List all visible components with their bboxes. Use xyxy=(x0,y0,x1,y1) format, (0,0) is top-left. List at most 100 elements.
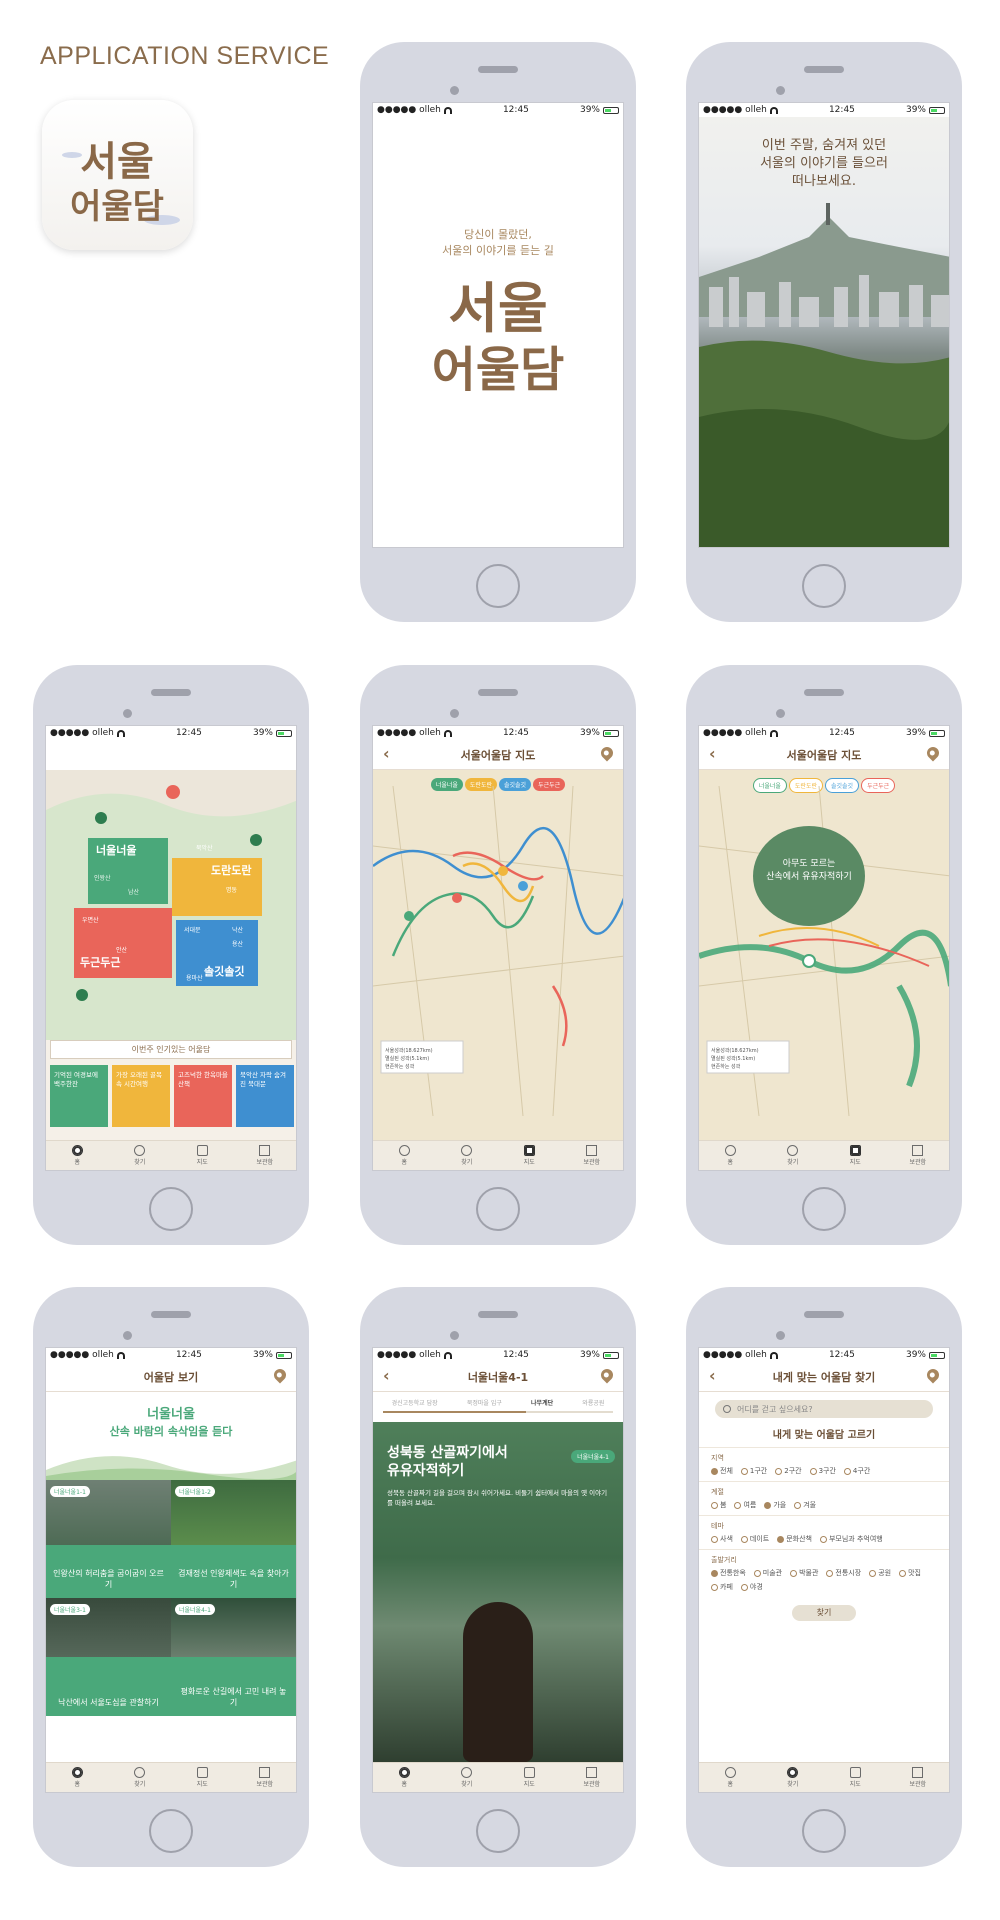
filter-option[interactable]: 카페 xyxy=(711,1582,733,1592)
route-map[interactable]: 서울성곽(18.627km) 멸실된 성곽(5.1km) 현존하는 성곽 xyxy=(699,786,950,1116)
detail-heading-2: 유유자적하기 xyxy=(387,1463,465,1479)
filter-option[interactable]: 전체 xyxy=(711,1466,733,1476)
filter-option[interactable]: 사색 xyxy=(711,1534,733,1544)
back-button[interactable]: ‹ xyxy=(709,1368,716,1384)
home-button[interactable] xyxy=(149,1187,193,1231)
location-pin-icon[interactable] xyxy=(271,1366,289,1384)
location-pin-icon[interactable] xyxy=(924,744,942,762)
route-map[interactable]: 서울성곽(18.627km) 멸실된 성곽(5.1km) 현존하는 성곽 xyxy=(373,786,624,1116)
step[interactable]: 와룡공원 xyxy=(582,1398,604,1407)
route-card[interactable]: 너울너울1-1 인왕산의 허리춤을 굽이굽이 오르기 xyxy=(46,1480,171,1598)
home-button[interactable] xyxy=(476,564,520,608)
tab-archive[interactable]: 보관함 xyxy=(887,1141,950,1170)
tab-map[interactable]: 지도 xyxy=(498,1763,561,1792)
home-icon xyxy=(724,1767,736,1778)
filter-option[interactable]: 박물관 xyxy=(790,1568,818,1578)
filter-option[interactable]: 공원 xyxy=(869,1568,891,1578)
district-label-3: 솔깃솔깃 xyxy=(204,964,244,978)
popular-card[interactable]: 가장 오래된 골목 속 시간여행 xyxy=(112,1065,170,1127)
filter-option[interactable]: 부모님과 추억여행 xyxy=(819,1534,883,1544)
filter-option[interactable]: 맛집 xyxy=(899,1568,921,1578)
filter-option[interactable]: 봄 xyxy=(711,1500,726,1510)
filter-group-label: 테마 xyxy=(711,1522,724,1530)
tab-archive[interactable]: 보관함 xyxy=(887,1763,950,1792)
location-pin-icon[interactable] xyxy=(598,1366,616,1384)
circle-icon xyxy=(740,1467,748,1475)
place-4: 서대문 xyxy=(184,926,201,934)
app-icon[interactable]: 서울 어울담 xyxy=(42,100,193,250)
search-input[interactable]: 어디를 걷고 싶으세요? xyxy=(737,1404,813,1415)
tab-search[interactable]: 찾기 xyxy=(109,1141,172,1170)
find-button[interactable]: 찾기 xyxy=(792,1605,856,1621)
filter-option[interactable]: 전통한옥 xyxy=(711,1568,746,1578)
home-button[interactable] xyxy=(476,1809,520,1853)
filter-option[interactable]: 3구간 xyxy=(809,1466,836,1476)
tab-map[interactable]: 지도 xyxy=(171,1141,234,1170)
route-card[interactable]: 너울너울3-1 낙산에서 서울도심을 관찰하기 xyxy=(46,1598,171,1716)
filter-option[interactable]: 미술관 xyxy=(753,1568,782,1578)
popular-card[interactable]: 기억된 여경보에 백주한잔 xyxy=(50,1065,108,1127)
tab-search[interactable]: 찾기 xyxy=(109,1763,172,1792)
search-icon xyxy=(787,1145,799,1156)
filter-option[interactable]: 여름 xyxy=(734,1500,756,1510)
popular-cards: 기억된 여경보에 백주한잔 가장 오래된 골목 속 시간여행 고즈넉한 한옥마을… xyxy=(46,1059,296,1133)
tab-archive[interactable]: 보관함 xyxy=(234,1141,297,1170)
filter-option[interactable]: 2구간 xyxy=(775,1466,802,1476)
step[interactable]: 경신고등학교 담장 xyxy=(392,1398,438,1407)
tab-home[interactable]: 홈 xyxy=(46,1763,109,1792)
tab-map[interactable]: 지도 xyxy=(824,1763,887,1792)
step[interactable]: 북정마을 입구 xyxy=(467,1398,502,1407)
tab-archive[interactable]: 보관함 xyxy=(561,1141,624,1170)
filter-option[interactable]: 문화산책 xyxy=(777,1534,812,1544)
back-button[interactable]: ‹ xyxy=(383,1368,390,1384)
tab-home[interactable]: 홈 xyxy=(46,1141,109,1170)
step-current[interactable]: 나무계단 xyxy=(531,1398,553,1407)
tab-home[interactable]: 홈 xyxy=(699,1763,762,1792)
filter-option[interactable]: 1구간 xyxy=(740,1466,767,1476)
home-button[interactable] xyxy=(476,1187,520,1231)
tab-home[interactable]: 홈 xyxy=(699,1141,762,1170)
district-label-2: 두근두근 xyxy=(80,956,120,969)
search-box[interactable]: 어디를 걷고 싶으세요? xyxy=(715,1400,933,1418)
location-pin-icon[interactable] xyxy=(598,744,616,762)
tab-home[interactable]: 홈 xyxy=(373,1141,436,1170)
back-button[interactable]: ‹ xyxy=(709,746,716,762)
filter-option-label: 카페 xyxy=(720,1583,733,1591)
popular-card[interactable]: 고즈넉한 한옥마을 산책 xyxy=(174,1065,232,1127)
bookmark-icon xyxy=(586,1145,598,1156)
wifi-icon xyxy=(769,1351,778,1359)
filter-option[interactable]: 야경 xyxy=(740,1582,763,1592)
tab-home[interactable]: 홈 xyxy=(373,1763,436,1792)
circle-icon xyxy=(711,1535,718,1543)
circle-icon xyxy=(753,1569,761,1577)
filter-option[interactable]: 겨울 xyxy=(794,1500,816,1510)
wifi-icon xyxy=(769,729,778,737)
tab-search[interactable]: 찾기 xyxy=(436,1763,499,1792)
tab-map[interactable]: 지도 xyxy=(498,1141,561,1170)
home-button[interactable] xyxy=(802,1809,846,1853)
intro-line-3: 떠나보세요. xyxy=(792,174,856,189)
filter-option[interactable]: 4구간 xyxy=(843,1466,870,1476)
home-button[interactable] xyxy=(149,1809,193,1853)
filter-option[interactable]: 데이트 xyxy=(740,1534,769,1544)
tab-search[interactable]: 찾기 xyxy=(436,1141,499,1170)
location-pin-icon[interactable] xyxy=(924,1366,942,1384)
route-card[interactable]: 너울너울1-2 겸재정선 인왕제색도 속을 찾아가기 xyxy=(171,1480,296,1598)
home-button[interactable] xyxy=(802,564,846,608)
filter-option[interactable]: 가을 xyxy=(764,1500,786,1510)
tab-map[interactable]: 지도 xyxy=(824,1141,887,1170)
tab-search[interactable]: 찾기 xyxy=(762,1763,825,1792)
back-button[interactable]: ‹ xyxy=(383,746,390,762)
popular-card[interactable]: 북악산 자락 숨겨진 북대문 xyxy=(236,1065,294,1127)
home-button[interactable] xyxy=(802,1187,846,1231)
filter-option[interactable]: 전통시장 xyxy=(826,1568,861,1578)
tab-map[interactable]: 지도 xyxy=(171,1763,234,1792)
tab-archive[interactable]: 보관함 xyxy=(561,1763,624,1792)
circle-icon xyxy=(734,1501,742,1509)
route-card[interactable]: 너울너울4-1 평화로운 산길에서 고민 내려 놓기 xyxy=(171,1598,296,1716)
view-heading: 너울너울 xyxy=(147,1407,195,1422)
map-icon xyxy=(849,1767,861,1778)
tab-archive[interactable]: 보관함 xyxy=(234,1763,297,1792)
map-popup[interactable]: 아무도 모르는 산속에서 유유자적하기 xyxy=(749,858,869,884)
tab-search[interactable]: 찾기 xyxy=(762,1141,825,1170)
